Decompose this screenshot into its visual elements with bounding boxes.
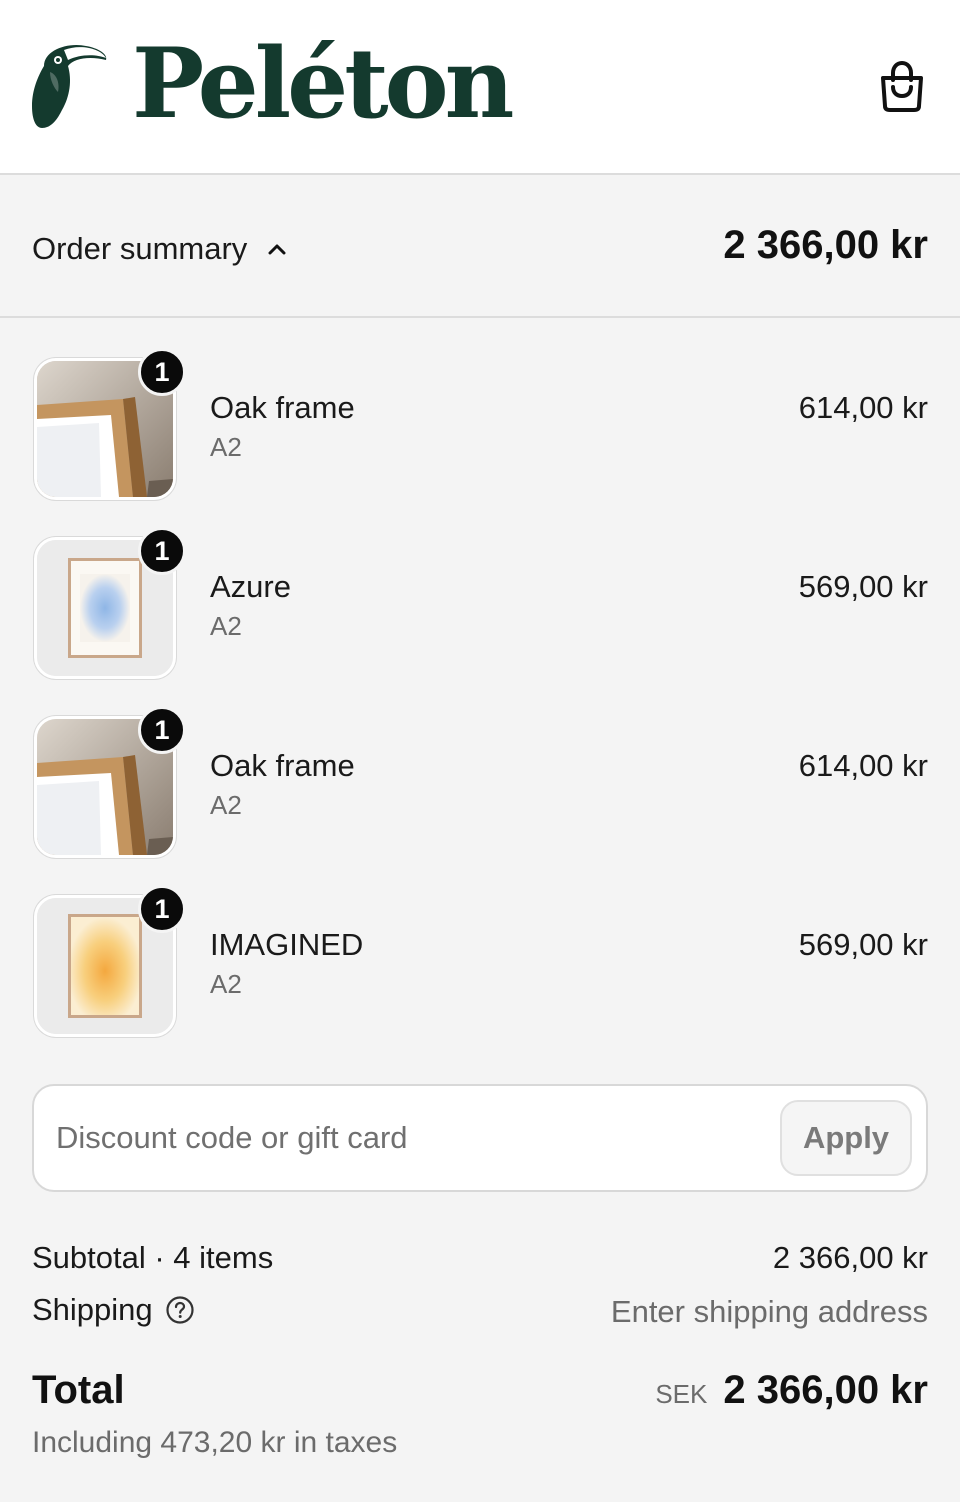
taxes-note: Including 473,20 kr in taxes [32, 1426, 398, 1459]
item-variant: A2 [210, 432, 242, 462]
item-price: 614,00 kr [798, 748, 928, 783]
subtotal-label: Subtotal · 4 items [32, 1240, 274, 1275]
quantity-badge: 1 [138, 348, 186, 396]
line-item: 1 Azure A2 569,00 kr [0, 527, 960, 687]
item-variant: A2 [210, 611, 242, 641]
quantity-badge: 1 [138, 706, 186, 754]
brand-logo-text[interactable]: Peléton [132, 24, 514, 144]
subtotal-value: 2 366,00 kr [772, 1240, 928, 1275]
item-price: 569,00 kr [798, 569, 928, 604]
toucan-logo-icon[interactable] [28, 40, 110, 132]
item-name: Azure [210, 569, 291, 604]
shopping-bag-icon[interactable] [874, 58, 930, 114]
item-name: Oak frame [210, 748, 355, 783]
line-item: 1 Oak frame A2 614,00 kr [0, 348, 960, 508]
discount-code-input[interactable] [56, 1108, 776, 1168]
item-price: 569,00 kr [798, 927, 928, 962]
item-variant: A2 [210, 790, 242, 820]
discount-field-container: Apply [32, 1084, 928, 1192]
item-name: IMAGINED [210, 927, 364, 962]
order-summary-label: Order summary [32, 231, 248, 266]
apply-discount-button[interactable]: Apply [780, 1100, 912, 1176]
total-value-group: SEK 2 366,00 kr [655, 1368, 928, 1413]
order-summary-toggle[interactable]: Order summary [32, 229, 289, 269]
order-summary-total: 2 366,00 kr [723, 223, 928, 267]
item-price: 614,00 kr [798, 390, 928, 425]
shipping-value: Enter shipping address [610, 1294, 928, 1329]
line-item: 1 Oak frame A2 614,00 kr [0, 706, 960, 866]
line-item: 1 IMAGINED A2 569,00 kr [0, 885, 960, 1045]
item-name: Oak frame [210, 390, 355, 425]
total-amount: 2 366,00 kr [723, 1368, 928, 1412]
item-variant: A2 [210, 969, 242, 999]
order-summary-bar: Order summary 2 366,00 kr [0, 177, 960, 318]
quantity-badge: 1 [138, 527, 186, 575]
currency-code: SEK [655, 1379, 708, 1409]
site-header: Peléton [0, 0, 960, 175]
chevron-up-icon [268, 244, 286, 255]
quantity-badge: 1 [138, 885, 186, 933]
help-circle-icon[interactable] [165, 1295, 195, 1325]
shipping-label: Shipping [32, 1292, 153, 1327]
shipping-row-label: Shipping [32, 1292, 195, 1328]
total-label: Total [32, 1368, 125, 1412]
